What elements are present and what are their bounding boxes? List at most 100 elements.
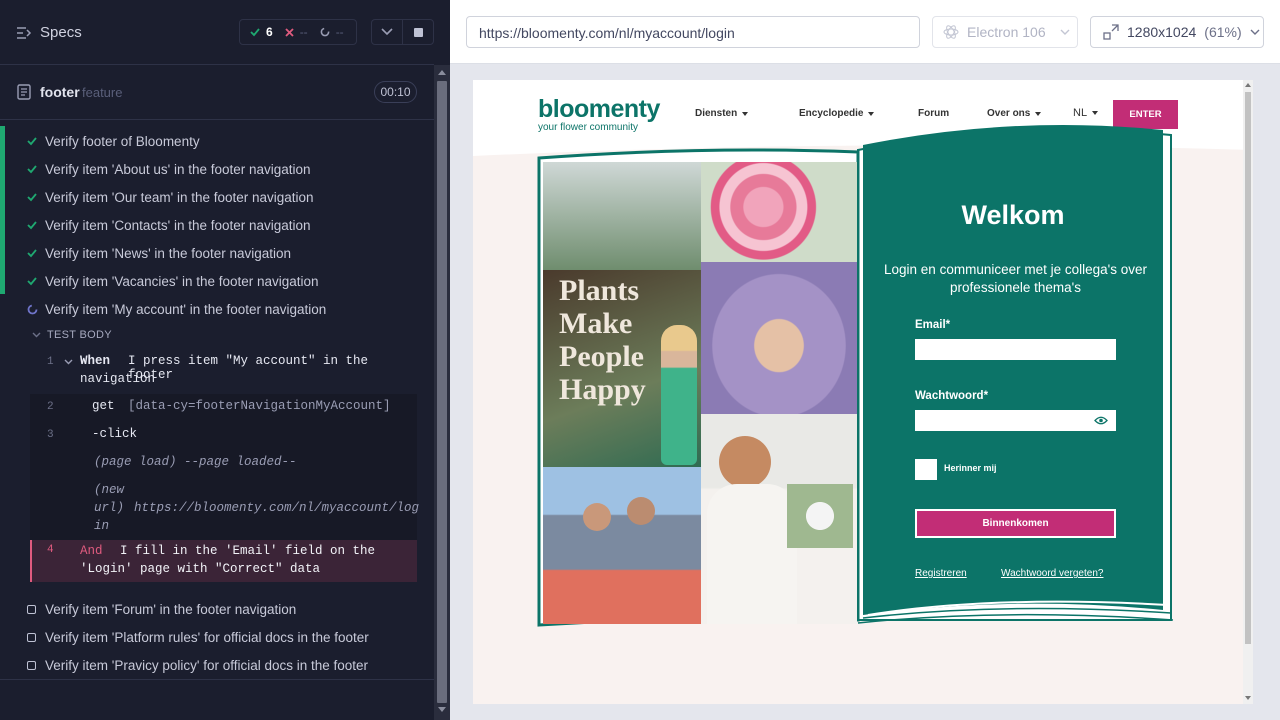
- men-tulips-photo: [543, 467, 701, 624]
- chevron-down-icon: [64, 359, 73, 365]
- command-number: 3: [47, 429, 54, 441]
- forgot-password-link[interactable]: Wachtwoord vergeten?: [1001, 568, 1103, 579]
- url-field[interactable]: https://bloomenty.com/nl/myaccount/login: [466, 16, 920, 48]
- app-under-test-page: bloomenty your flower community Diensten…: [473, 80, 1253, 704]
- specs-header: Specs 6 -- --: [0, 0, 434, 65]
- test-title: Verify item 'My account' in the footer n…: [45, 301, 327, 317]
- check-icon: [27, 165, 37, 174]
- scroll-up-icon: [1245, 83, 1251, 87]
- collage-slogan: Plants Make People Happy: [559, 274, 646, 406]
- command-click[interactable]: 3 -click: [30, 422, 417, 450]
- woman-head: [719, 436, 771, 488]
- test-row[interactable]: Verify item 'Our team' in the footer nav…: [27, 187, 314, 207]
- hands-heart-photo: [701, 262, 857, 414]
- pending-square-icon: [27, 660, 36, 670]
- command-get[interactable]: 2 get [data-cy=footerNavigationMyAccount…: [30, 394, 417, 422]
- check-icon: [27, 221, 37, 230]
- toggle-auto-scroll-button[interactable]: [372, 20, 403, 44]
- test-title: Verify item 'About us' in the footer nav…: [45, 161, 311, 177]
- test-title: Verify item 'Platform rules' for officia…: [45, 629, 369, 645]
- pending-stat: --: [320, 25, 344, 39]
- specs-button[interactable]: Specs: [16, 24, 82, 41]
- chevron-down-icon: [1250, 29, 1260, 35]
- x-icon: [285, 27, 294, 37]
- step-text-line-2: 'Login' page with "Correct" data: [80, 562, 321, 576]
- reporter-panel: Specs 6 -- -- footer feature 00:10 Verif…: [0, 0, 450, 720]
- passed-stat: 6: [250, 25, 273, 39]
- test-row[interactable]: Verify item 'About us' in the footer nav…: [27, 159, 311, 179]
- step-and-active[interactable]: 4 And I fill in the 'Email' field on the…: [30, 540, 417, 582]
- event-message-line-1: https://bloomenty.com/nl/myaccount/log: [134, 501, 420, 515]
- test-row[interactable]: Verify item 'Vacancies' in the footer na…: [27, 271, 319, 291]
- woman-figure: [661, 325, 697, 465]
- step-text-line-1: I fill in the 'Email' field on the: [120, 544, 376, 558]
- electron-icon: [943, 25, 959, 39]
- step-text-line-2: navigation: [80, 372, 156, 386]
- scrollbar-thumb[interactable]: [437, 81, 447, 703]
- specs-label: Specs: [40, 24, 82, 41]
- test-title: Verify footer of Bloomenty: [45, 133, 200, 149]
- test-title: Verify item 'Forum' in the footer naviga…: [45, 601, 297, 617]
- password-field[interactable]: [915, 410, 1116, 431]
- command-name: -click: [92, 427, 138, 441]
- browser-label: Electron 106: [967, 24, 1046, 40]
- eye-icon[interactable]: [1094, 416, 1108, 425]
- slogan-line: Plants: [559, 274, 640, 307]
- check-icon: [27, 277, 37, 286]
- stop-button[interactable]: [403, 20, 433, 44]
- test-row[interactable]: Verify item 'News' in the footer navigat…: [27, 243, 291, 263]
- chevron-down-icon: [381, 28, 393, 36]
- viewport-selector[interactable]: 1280x1024 (61%): [1090, 16, 1264, 48]
- command-number: 2: [47, 401, 54, 413]
- greenhouse-photo: [543, 162, 701, 270]
- spec-file-header: footer feature 00:10: [0, 65, 434, 120]
- check-icon: [27, 193, 37, 202]
- divider: [0, 679, 434, 680]
- command-number: 1: [47, 356, 54, 368]
- password-label: Wachtwoord*: [915, 390, 989, 402]
- step-keyword: And: [80, 544, 103, 558]
- reporter-scrollbar[interactable]: [434, 65, 450, 720]
- check-icon: [250, 28, 260, 37]
- slogan-line: Make: [559, 307, 633, 340]
- spec-name: footer: [40, 84, 80, 100]
- passed-indicator-bar: [0, 126, 5, 294]
- check-icon: [27, 249, 37, 258]
- welcome-heading: Welkom: [961, 200, 1065, 230]
- command-message: [data-cy=footerNavigationMyAccount]: [128, 399, 391, 413]
- login-button[interactable]: Binnenkomen: [915, 509, 1116, 538]
- test-row-pending[interactable]: Verify item 'Platform rules' for officia…: [27, 627, 369, 647]
- test-row-running[interactable]: Verify item 'My account' in the footer n…: [27, 299, 326, 319]
- remember-me-checkbox[interactable]: [915, 459, 937, 480]
- browser-selector[interactable]: Electron 106: [932, 16, 1078, 48]
- test-title: Verify item 'Vacancies' in the footer na…: [45, 273, 319, 289]
- test-title: Verify item 'Pravicy policy' for officia…: [45, 657, 369, 673]
- menu-collapse-icon: [17, 26, 32, 39]
- test-body-label: TEST BODY: [47, 329, 112, 341]
- event-name-line-1: (new: [94, 483, 125, 497]
- test-body-toggle[interactable]: TEST BODY: [32, 329, 112, 341]
- event-page-load[interactable]: (page load) --page loaded--: [30, 450, 417, 478]
- page-scrollbar[interactable]: [1243, 80, 1253, 704]
- test-row[interactable]: Verify item 'Contacts' in the footer nav…: [27, 215, 311, 235]
- spinner-icon: [27, 304, 38, 314]
- viewport-size: 1280x1024: [1127, 24, 1197, 40]
- command-name: get: [92, 399, 115, 413]
- test-row[interactable]: Verify footer of Bloomenty: [27, 131, 200, 151]
- scrollbar-thumb[interactable]: [1245, 92, 1251, 644]
- step-text-line-1: I press item "My account" in the footer: [128, 354, 369, 382]
- test-title: Verify item 'Our team' in the footer nav…: [45, 189, 314, 205]
- register-link[interactable]: Registreren: [915, 568, 967, 579]
- test-row-pending[interactable]: Verify item 'Pravicy policy' for officia…: [27, 655, 368, 675]
- event-message: --page loaded--: [184, 455, 297, 469]
- test-row-pending[interactable]: Verify item 'Forum' in the footer naviga…: [27, 599, 296, 619]
- document-icon: [17, 84, 31, 100]
- event-new-url[interactable]: (new url) https://bloomenty.com/nl/myacc…: [30, 478, 420, 540]
- spec-duration: 00:10: [374, 81, 417, 103]
- step-when[interactable]: 1 When I press item "My account" in the …: [30, 350, 417, 394]
- email-label: Email*: [915, 319, 951, 331]
- event-name-line-2: url): [94, 501, 125, 515]
- woman-with-flowers-photo: [701, 414, 857, 624]
- email-field[interactable]: [915, 339, 1116, 360]
- scroll-down-icon: [1245, 696, 1251, 700]
